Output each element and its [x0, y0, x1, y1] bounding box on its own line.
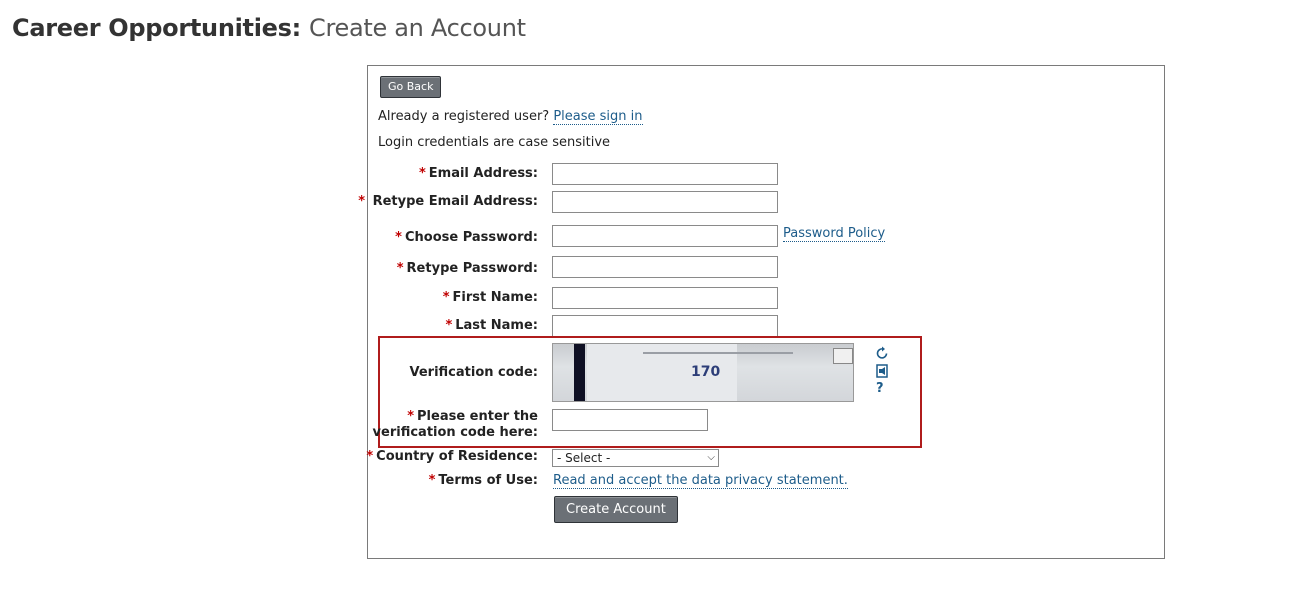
- page-title-main: Career Opportunities:: [12, 14, 301, 42]
- audio-icon[interactable]: [876, 364, 888, 382]
- required-mark: *: [418, 166, 426, 181]
- verification-code-input[interactable]: [552, 409, 708, 431]
- retype-email-field[interactable]: [552, 191, 778, 213]
- verification-code-label: Verification code:: [409, 365, 539, 380]
- retype-password-label: * Retype Password:: [396, 261, 538, 276]
- required-mark: *: [358, 194, 366, 209]
- required-mark: *: [407, 409, 415, 424]
- password-field[interactable]: [552, 225, 778, 247]
- privacy-statement-link[interactable]: Read and accept the data privacy stateme…: [553, 473, 848, 489]
- required-mark: *: [445, 318, 453, 333]
- country-label: * Country of Residence:: [366, 449, 538, 464]
- refresh-icon[interactable]: [876, 346, 889, 364]
- required-mark: *: [442, 290, 450, 305]
- help-icon[interactable]: ?: [876, 381, 884, 396]
- registered-user-text: Already a registered user?: [378, 109, 550, 124]
- captcha-plate: [643, 352, 793, 362]
- create-account-panel: Go Back Already a registered user? Pleas…: [358, 65, 1165, 559]
- captcha-bar: [574, 344, 585, 401]
- first-name-label: * First Name:: [442, 290, 538, 305]
- country-selected-value: - Select -: [557, 451, 611, 465]
- email-field[interactable]: [552, 163, 778, 185]
- page-title: Career Opportunities: Create an Account: [12, 14, 526, 42]
- required-mark: *: [366, 449, 374, 464]
- page-title-sub: Create an Account: [308, 14, 526, 42]
- country-select[interactable]: - Select - ⌵: [552, 449, 719, 467]
- required-mark: *: [395, 230, 402, 245]
- verification-entry-label: * Please enter the verification code here…: [372, 409, 538, 440]
- go-back-button[interactable]: Go Back: [380, 76, 442, 98]
- required-mark: *: [428, 473, 436, 488]
- password-policy-link[interactable]: Password Policy: [783, 226, 886, 242]
- retype-password-field[interactable]: [552, 256, 778, 278]
- first-name-field[interactable]: [552, 287, 778, 309]
- captcha-image: 170: [552, 343, 854, 402]
- captcha-text: 170: [691, 364, 721, 380]
- terms-label: * Terms of Use:: [428, 473, 538, 488]
- last-name-label: * Last Name:: [445, 318, 538, 333]
- last-name-field[interactable]: [552, 315, 778, 337]
- password-label: * Choose Password:: [395, 230, 538, 245]
- retype-email-label: * Retype Email Address:: [358, 194, 538, 209]
- email-label: * Email Address:: [418, 166, 538, 181]
- sign-in-link[interactable]: Please sign in: [553, 109, 643, 125]
- chevron-down-icon: ⌵: [707, 452, 715, 463]
- create-account-button[interactable]: Create Account: [554, 496, 678, 523]
- case-sensitive-note: Login credentials are case sensitive: [378, 135, 611, 150]
- captcha-edge: [833, 348, 853, 364]
- registered-user-line: Already a registered user? Please sign i…: [378, 109, 643, 125]
- required-mark: *: [396, 261, 404, 276]
